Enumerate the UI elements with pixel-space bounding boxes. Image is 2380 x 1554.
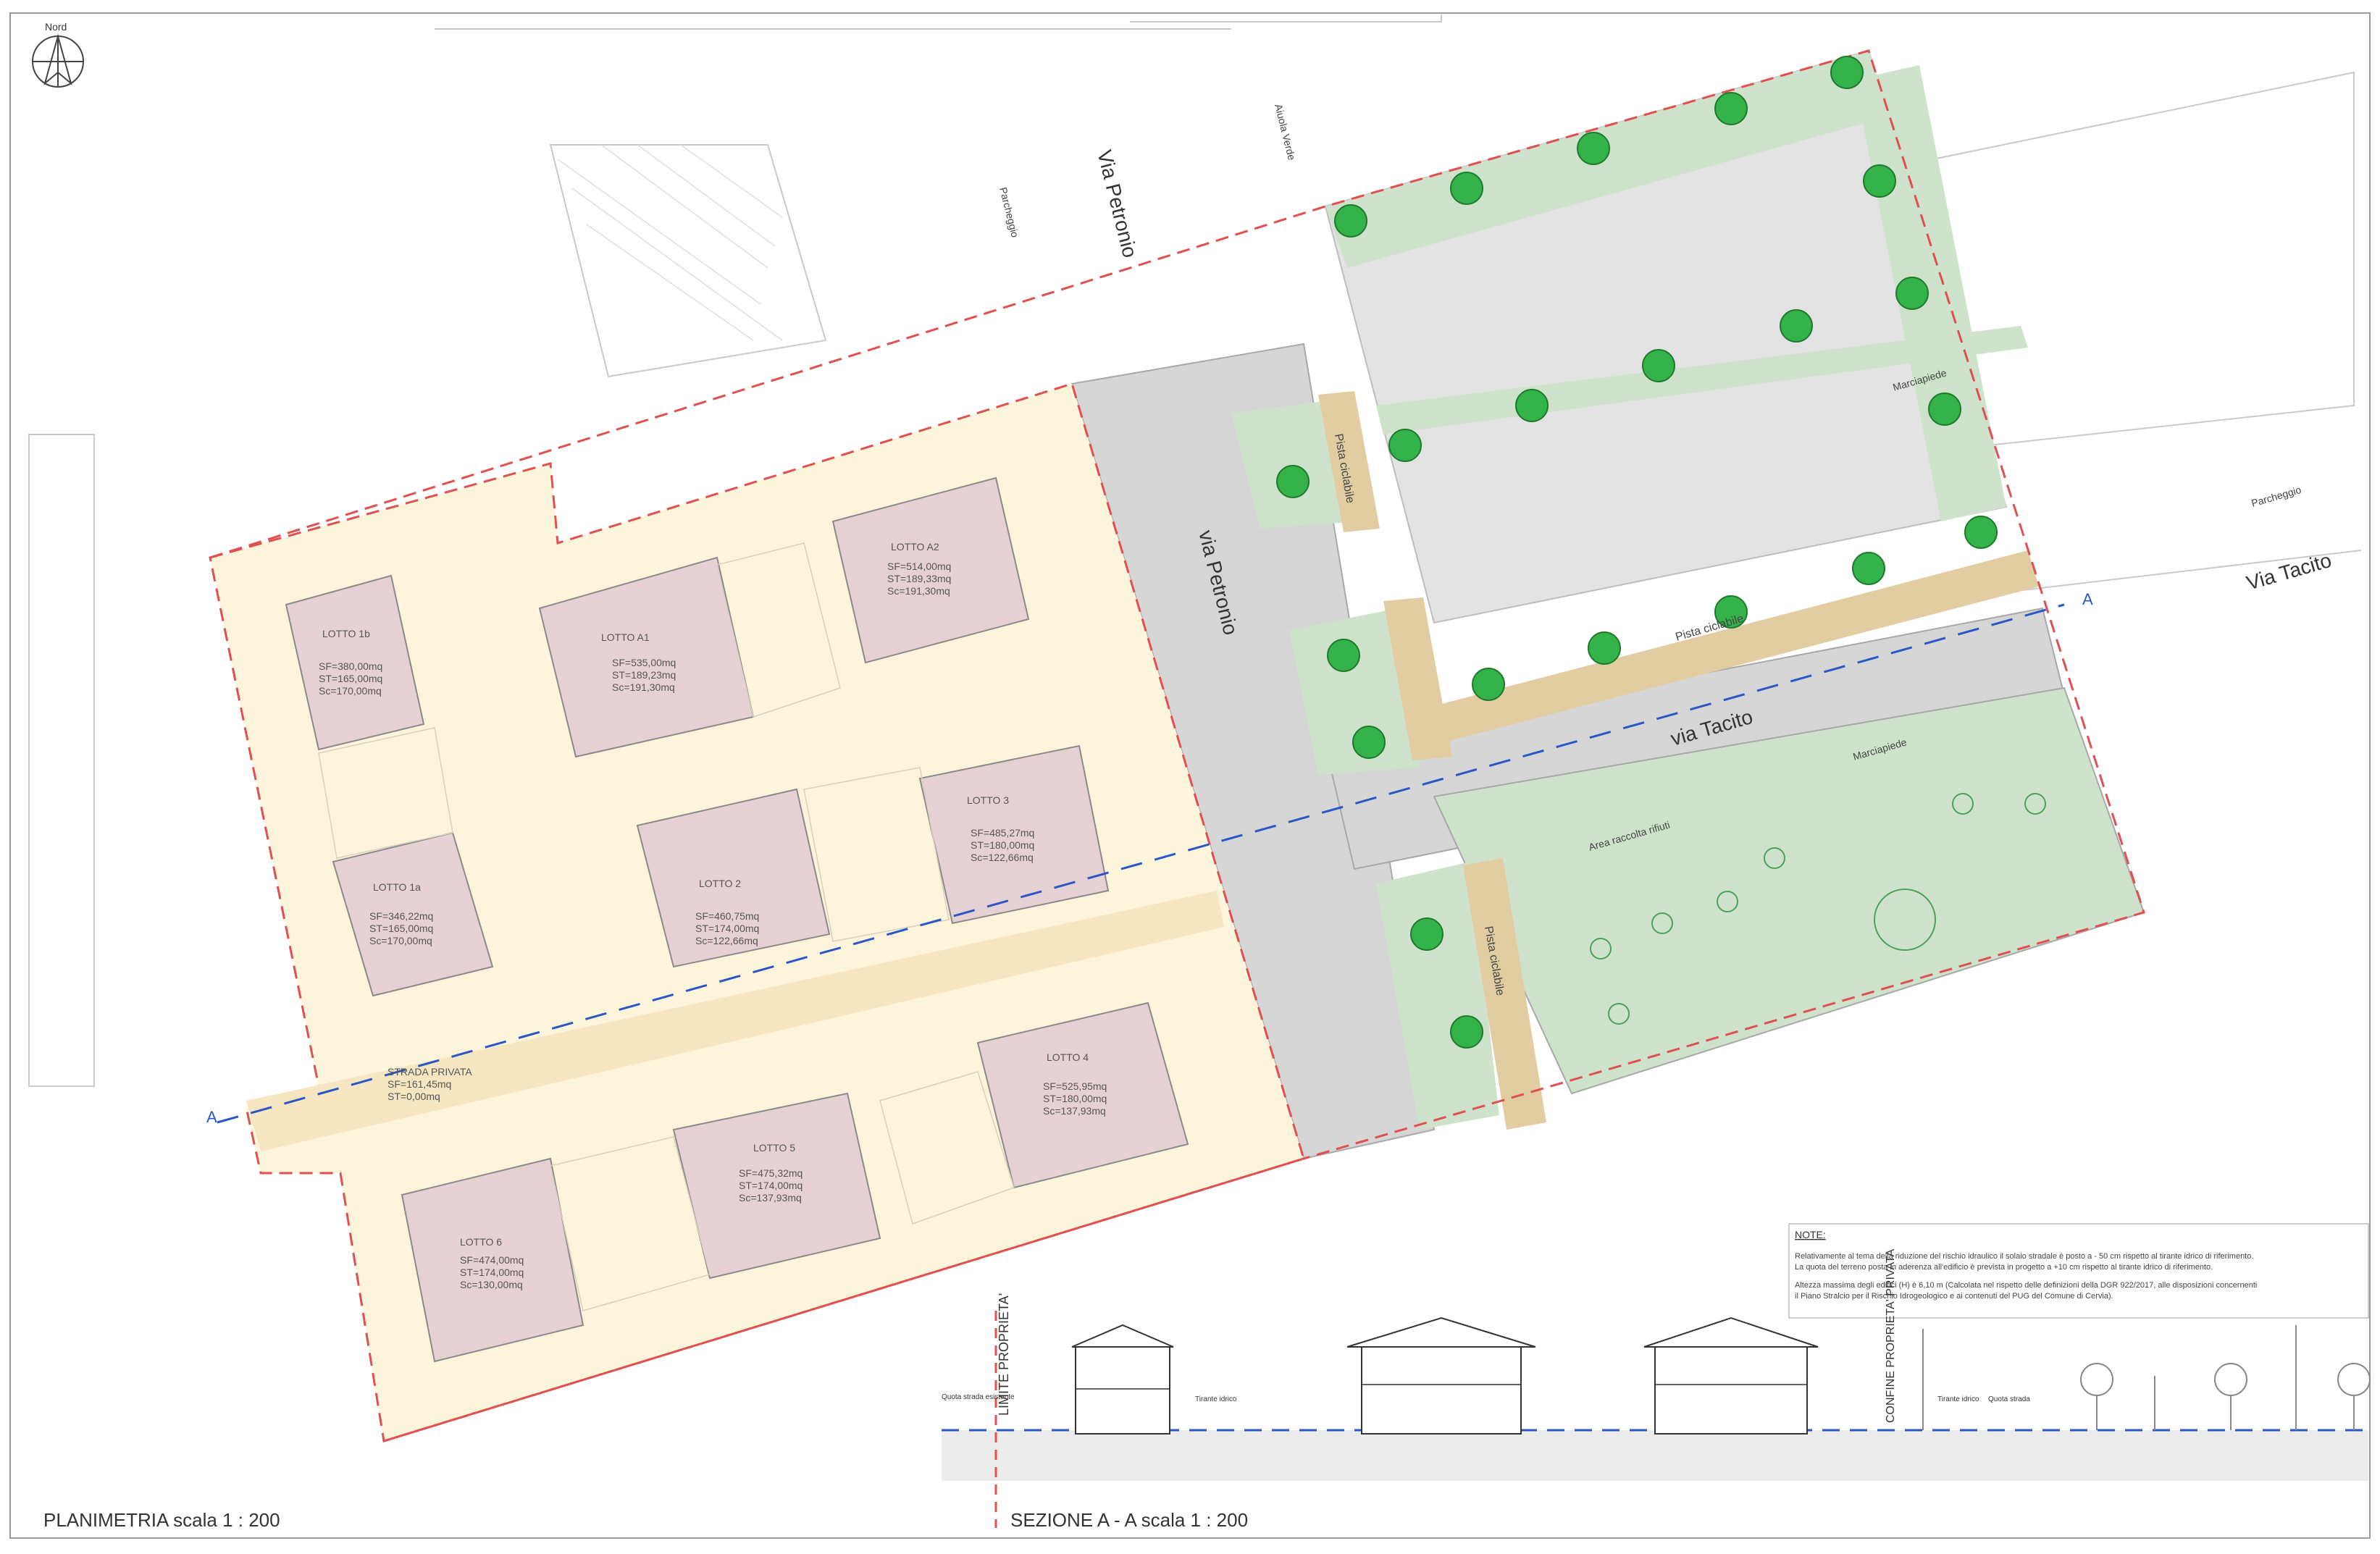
lot-sc: Sc=122,66mq [971,852,1034,863]
notes-line-2: La quota del terreno posta in aderenza a… [1795,1263,2213,1272]
notes-line-4: il Piano Stralcio per il Rischio Idrogeo… [1795,1292,2113,1301]
lot-name: LOTTO 6 [460,1236,502,1248]
lot-sf: SF=474,00mq [460,1254,524,1266]
lot-sc: Sc=137,93mq [739,1192,802,1204]
label-via-petronio-top: Via Petronio [1093,148,1141,260]
lot-name: LOTTO 4 [1047,1051,1089,1063]
north-arrow-icon [32,33,84,88]
lot-st: ST=189,33mq [887,573,951,584]
section-quota-esistente: Quota strada esistente [942,1393,1015,1401]
lot-sf: SF=485,27mq [971,827,1034,839]
notes-title: NOTE: [1795,1229,1826,1240]
lot-st: ST=174,00mq [739,1180,803,1191]
lot-name: LOTTO A2 [891,541,939,553]
section-tirante-1: Tirante idrico [1195,1395,1237,1403]
section-quota-strada: Quota strada [1988,1395,2030,1403]
lot-name: LOTTO A1 [601,631,650,643]
lot-sc: Sc=122,66mq [695,935,758,946]
strada-sf: SF=161,45mq [387,1078,451,1090]
label-parcheggio-right: Parcheggio [2250,484,2303,509]
lot-sc: Sc=191,30mq [612,681,675,693]
lot-sf: SF=514,00mq [887,560,951,572]
section-tirante-2: Tirante idrico [1937,1395,1979,1403]
notes-line-1: Relativamente al tema della riduzione de… [1795,1252,2253,1261]
lot-sf: SF=525,95mq [1043,1080,1107,1092]
lot-sc: Sc=170,00mq [369,935,432,946]
lot-name: LOTTO 1b [322,628,370,639]
lot-st: ST=189,23mq [612,669,676,681]
section-ground [942,1430,2368,1481]
lot-st: ST=165,00mq [319,673,382,684]
lot-sf: SF=346,22mq [369,910,433,922]
north-label: Nord [45,21,67,33]
lot-st: ST=165,00mq [369,923,433,934]
strada-st: ST=0,00mq [387,1091,440,1102]
lot-sc: Sc=191,30mq [887,585,950,597]
label-aiuola-verde: Aiuola Verde [1273,103,1298,161]
section-marker-right: A [2082,590,2093,608]
notes-line-3: Altezza massima degli edifici (H) è 6,10… [1795,1281,2257,1290]
lot-name: LOTTO 5 [753,1142,795,1154]
lot-st: ST=180,00mq [1043,1093,1107,1104]
sezione-title: SEZIONE A - A scala 1 : 200 [1010,1509,1248,1531]
planimetria-title: PLANIMETRIA scala 1 : 200 [43,1509,280,1531]
site-plan-drawing: A A Nord Via Petronio via Petronio via T… [9,12,2371,1539]
label-parcheggio-top: Parcheggio [997,186,1021,239]
lot-sf: SF=475,32mq [739,1167,803,1179]
strada-name: STRADA PRIVATA [387,1066,472,1078]
lot-st: ST=180,00mq [971,839,1034,851]
lot-name: LOTTO 1a [373,881,421,893]
lot-sf: SF=460,75mq [695,910,759,922]
section-confine-label: CONFINE PROPRIETA' PRIVATA [1885,1249,1897,1423]
lot-sc: Sc=137,93mq [1043,1105,1106,1117]
drawing-sheet: A A Nord Via Petronio via Petronio via T… [0,0,2380,1550]
lot-sf: SF=380,00mq [319,660,382,672]
lot-sc: Sc=170,00mq [319,685,382,697]
lot-name: LOTTO 3 [967,794,1009,806]
lot-sf: SF=535,00mq [612,657,676,668]
lot-st: ST=174,00mq [695,923,759,934]
lot-name: LOTTO 2 [699,878,741,889]
lot-st: ST=174,00mq [460,1267,524,1278]
section-marker-left: A [206,1108,217,1126]
lot-sc: Sc=130,00mq [460,1279,523,1290]
label-via-tacito-right: Via Tacito [2244,549,2334,595]
